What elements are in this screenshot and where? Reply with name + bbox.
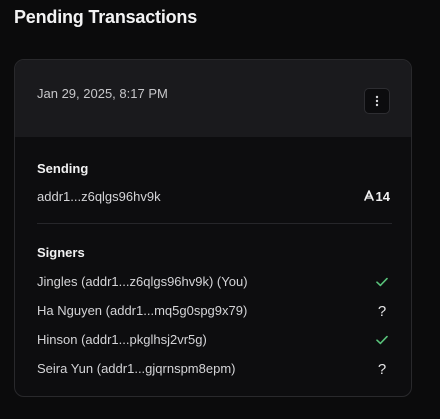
signer-status-signed — [374, 274, 390, 290]
amount-value: 14 — [375, 189, 390, 204]
section-divider — [37, 223, 392, 224]
signer-row-ha-nguyen: Ha Nguyen (addr1...mq5g0spg9x79) — [37, 303, 248, 318]
sending-amount: 14 — [363, 189, 390, 204]
signer-status-pending: ? — [374, 360, 390, 378]
page-title: Pending Transactions — [14, 7, 198, 27]
signer-status-signed — [374, 332, 390, 348]
pending-transaction-card: Jan 29, 2025, 8:17 PM Sending addr1...z6… — [14, 59, 412, 397]
signer-status-pending: ? — [374, 302, 390, 320]
ada-icon — [363, 189, 374, 204]
more-vertical-icon — [375, 95, 379, 107]
sending-section-title: Sending — [37, 161, 89, 176]
transaction-header: Jan 29, 2025, 8:17 PM — [15, 60, 411, 137]
check-icon — [376, 332, 388, 349]
question-mark-icon: ? — [377, 302, 387, 320]
sending-address: addr1...z6qlgs96hv9k — [37, 189, 161, 204]
signer-row-jingles: Jingles (addr1...z6qlgs96hv9k) (You) — [37, 274, 248, 289]
transaction-timestamp: Jan 29, 2025, 8:17 PM — [37, 86, 168, 101]
signer-row-seira-yun: Seira Yun (addr1...gjqrnspm8epm) — [37, 361, 236, 376]
more-options-button[interactable] — [364, 88, 390, 114]
question-mark-icon: ? — [377, 360, 387, 378]
signers-section-title: Signers — [37, 245, 85, 260]
check-icon — [376, 274, 388, 291]
signer-row-hinson: Hinson (addr1...pkglhsj2vr5g) — [37, 332, 207, 347]
